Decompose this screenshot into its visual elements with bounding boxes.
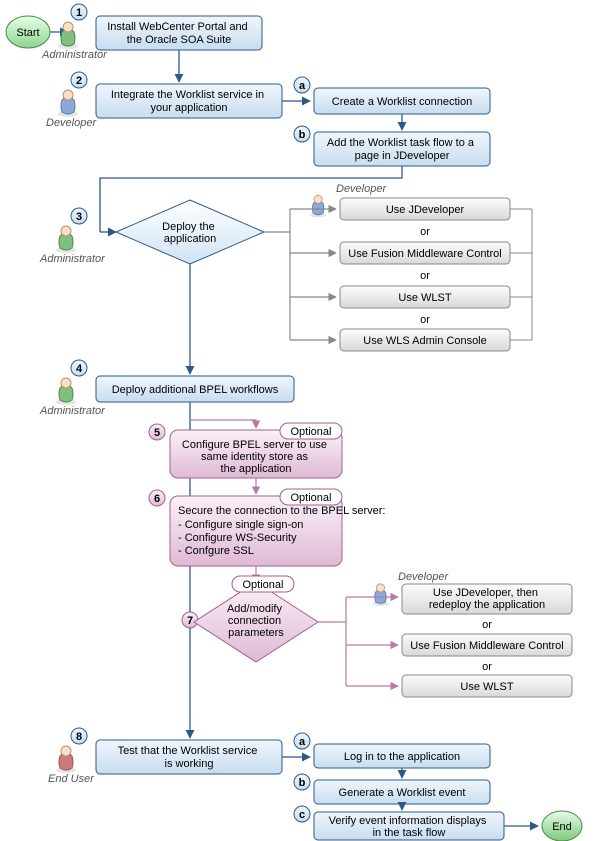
svg-text:a: a — [299, 80, 306, 92]
svg-text:Use JDeveloper, then red: Use JDeveloper, then redeploy the applic… — [429, 587, 545, 611]
svg-text:a: a — [299, 736, 306, 748]
administrator-icon — [56, 378, 76, 405]
svg-text:8: 8 — [76, 731, 82, 743]
svg-text:Install WebCenter Portal and: Install WebCenter Portal and the Oracle … — [107, 21, 251, 46]
svg-text:or: or — [420, 314, 430, 326]
step-6-box: Optional Secure the connection to the BP… — [170, 489, 389, 566]
svg-text:Deploy additional BPEL workflo: Deploy additional BPEL workflows — [112, 384, 279, 396]
svg-text:Create a Worklist connection: Create a Worklist connection — [332, 96, 472, 108]
start-node: Start — [6, 16, 50, 48]
start-label: Start — [16, 27, 39, 39]
svg-text:or: or — [420, 226, 430, 238]
developer-icon — [372, 584, 388, 606]
step-8b: Generate a Worklist event — [339, 787, 466, 799]
svg-text:End User: End User — [48, 773, 95, 785]
svg-text:or: or — [482, 619, 492, 631]
svg-text:6: 6 — [154, 493, 160, 505]
svg-text:b: b — [299, 129, 306, 141]
role-administrator: Administrator — [41, 49, 108, 61]
svg-text:Use WLST: Use WLST — [398, 292, 451, 304]
svg-text:Optional: Optional — [291, 492, 332, 504]
svg-text:Use JDeveloper: Use JDeveloper — [386, 204, 465, 216]
administrator-icon — [58, 22, 78, 49]
svg-text:b: b — [299, 777, 306, 789]
svg-text:Add/modify connection: Add/modify connection parameters — [227, 603, 285, 639]
svg-text:Developer: Developer — [336, 183, 387, 195]
end-node: End — [542, 811, 582, 841]
step-2a-box: Create a Worklist connection — [314, 88, 490, 114]
svg-text:Use Fusion Middleware Control: Use Fusion Middleware Control — [348, 248, 501, 260]
svg-text:3: 3 — [76, 211, 82, 223]
svg-text:5: 5 — [154, 427, 160, 439]
developer-icon — [310, 195, 326, 217]
svg-text:Optional: Optional — [243, 579, 284, 591]
worklist-setup-flowchart: Start 1 Administrator Install WebCenter … — [0, 0, 606, 841]
svg-text:Use Fusion Middleware Control: Use Fusion Middleware Control — [410, 640, 563, 652]
svg-text:c: c — [299, 809, 305, 821]
svg-text:Administrator: Administrator — [39, 253, 106, 265]
end-user-icon — [56, 746, 76, 773]
step-3-options: Use JDeveloper or Use Fusion Middleware … — [290, 198, 532, 351]
svg-text:Use WLS Admin Console: Use WLS Admin Console — [363, 335, 487, 347]
role-developer: Developer — [46, 117, 97, 129]
developer-icon — [58, 90, 78, 117]
svg-text:2: 2 — [76, 75, 82, 87]
step-8a: Log in to the application — [344, 751, 460, 763]
svg-text:7: 7 — [187, 615, 193, 627]
svg-text:Optional: Optional — [291, 426, 332, 438]
step-4-box: Deploy additional BPEL workflows — [96, 376, 294, 402]
administrator-icon — [56, 226, 76, 253]
svg-text:4: 4 — [76, 363, 83, 375]
svg-text:or: or — [420, 270, 430, 282]
svg-text:or: or — [482, 661, 492, 673]
svg-text:Deploy the application: Deploy the application — [162, 221, 218, 245]
svg-text:1: 1 — [76, 7, 82, 19]
svg-text:Developer: Developer — [398, 571, 449, 583]
svg-text:Administrator: Administrator — [39, 405, 106, 417]
svg-text:Use WLST: Use WLST — [460, 681, 513, 693]
svg-text:End: End — [552, 821, 572, 833]
